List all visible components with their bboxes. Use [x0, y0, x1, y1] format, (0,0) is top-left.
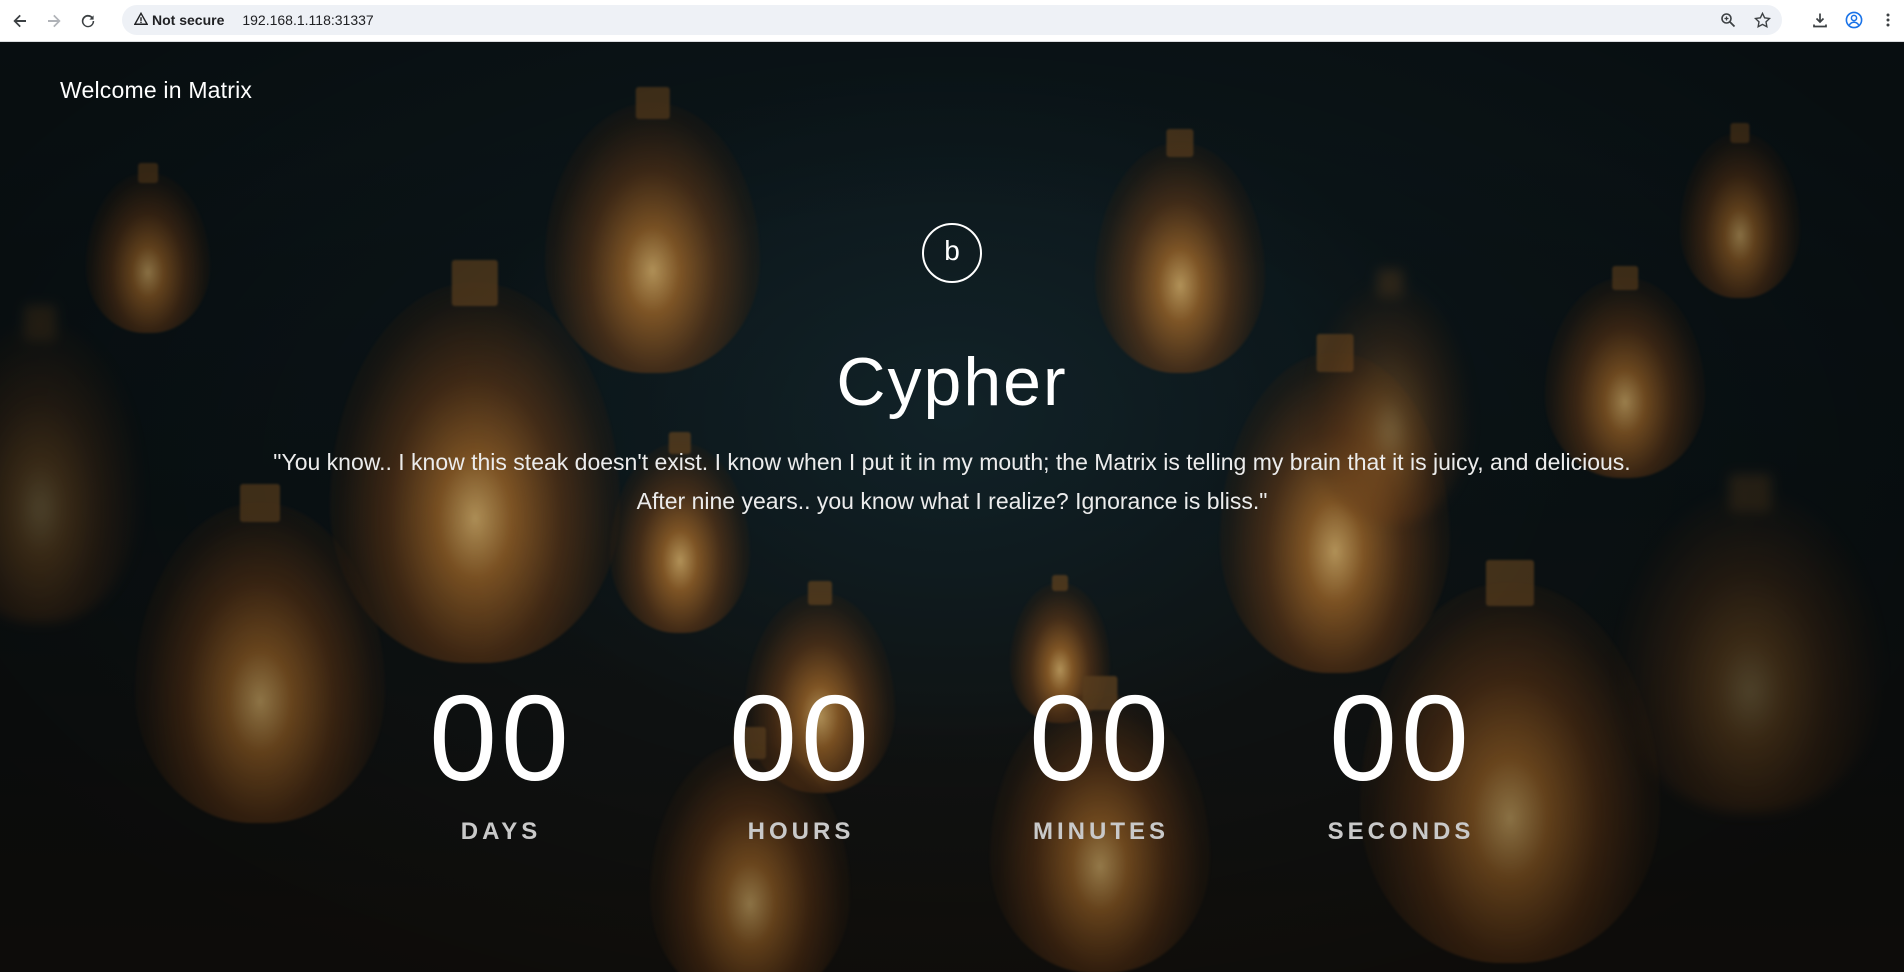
countdown-hours-label: HOURS [747, 818, 855, 845]
countdown-hours: 00 HOURS [691, 668, 911, 846]
countdown-timer: 00 DAYS 00 HOURS 00 MINUTES 00 SECONDS [0, 668, 1904, 898]
countdown-seconds: 00 SECONDS [1291, 668, 1511, 846]
security-label: Not secure [152, 12, 225, 28]
download-icon[interactable] [1808, 8, 1832, 32]
profile-icon[interactable] [1842, 8, 1866, 32]
countdown-days: 00 DAYS [391, 668, 611, 846]
welcome-heading: Welcome in Matrix [60, 77, 253, 103]
countdown-minutes-value: 00 [1029, 670, 1173, 806]
quote-line-2: After nine years.. you know what I reali… [636, 488, 1268, 514]
countdown-minutes-label: MINUTES [1033, 818, 1169, 845]
forward-icon[interactable] [40, 7, 68, 35]
matrix-landing-page: Welcome in Matrix b Cypher "You know.. I… [0, 43, 1904, 972]
menu-icon[interactable] [1876, 8, 1900, 32]
countdown-seconds-label: SECONDS [1327, 818, 1475, 845]
browser-toolbar: Not secure 192.168.1.118:31337 [0, 0, 1904, 42]
countdown-minutes: 00 MINUTES [991, 668, 1211, 846]
star-icon[interactable] [1750, 8, 1774, 32]
warning-icon [133, 11, 149, 29]
countdown-days-label: DAYS [460, 818, 542, 845]
logo-badge: b [922, 223, 982, 283]
countdown-days-value: 00 [429, 670, 573, 806]
countdown-hours-value: 00 [729, 670, 873, 806]
back-icon[interactable] [6, 7, 34, 35]
security-chip[interactable]: Not secure [130, 9, 232, 31]
quote-text: "You know.. I know this steak doesn't ex… [220, 443, 1684, 521]
url-text[interactable]: 192.168.1.118:31337 [242, 12, 373, 28]
logo-letter: b [944, 235, 960, 266]
countdown-seconds-value: 00 [1329, 670, 1473, 806]
address-bar[interactable]: Not secure 192.168.1.118:31337 [122, 5, 1782, 35]
zoom-icon[interactable] [1716, 8, 1740, 32]
reload-icon[interactable] [74, 7, 102, 35]
page-title: Cypher [836, 344, 1068, 420]
quote-line-1: "You know.. I know this steak doesn't ex… [273, 449, 1631, 475]
